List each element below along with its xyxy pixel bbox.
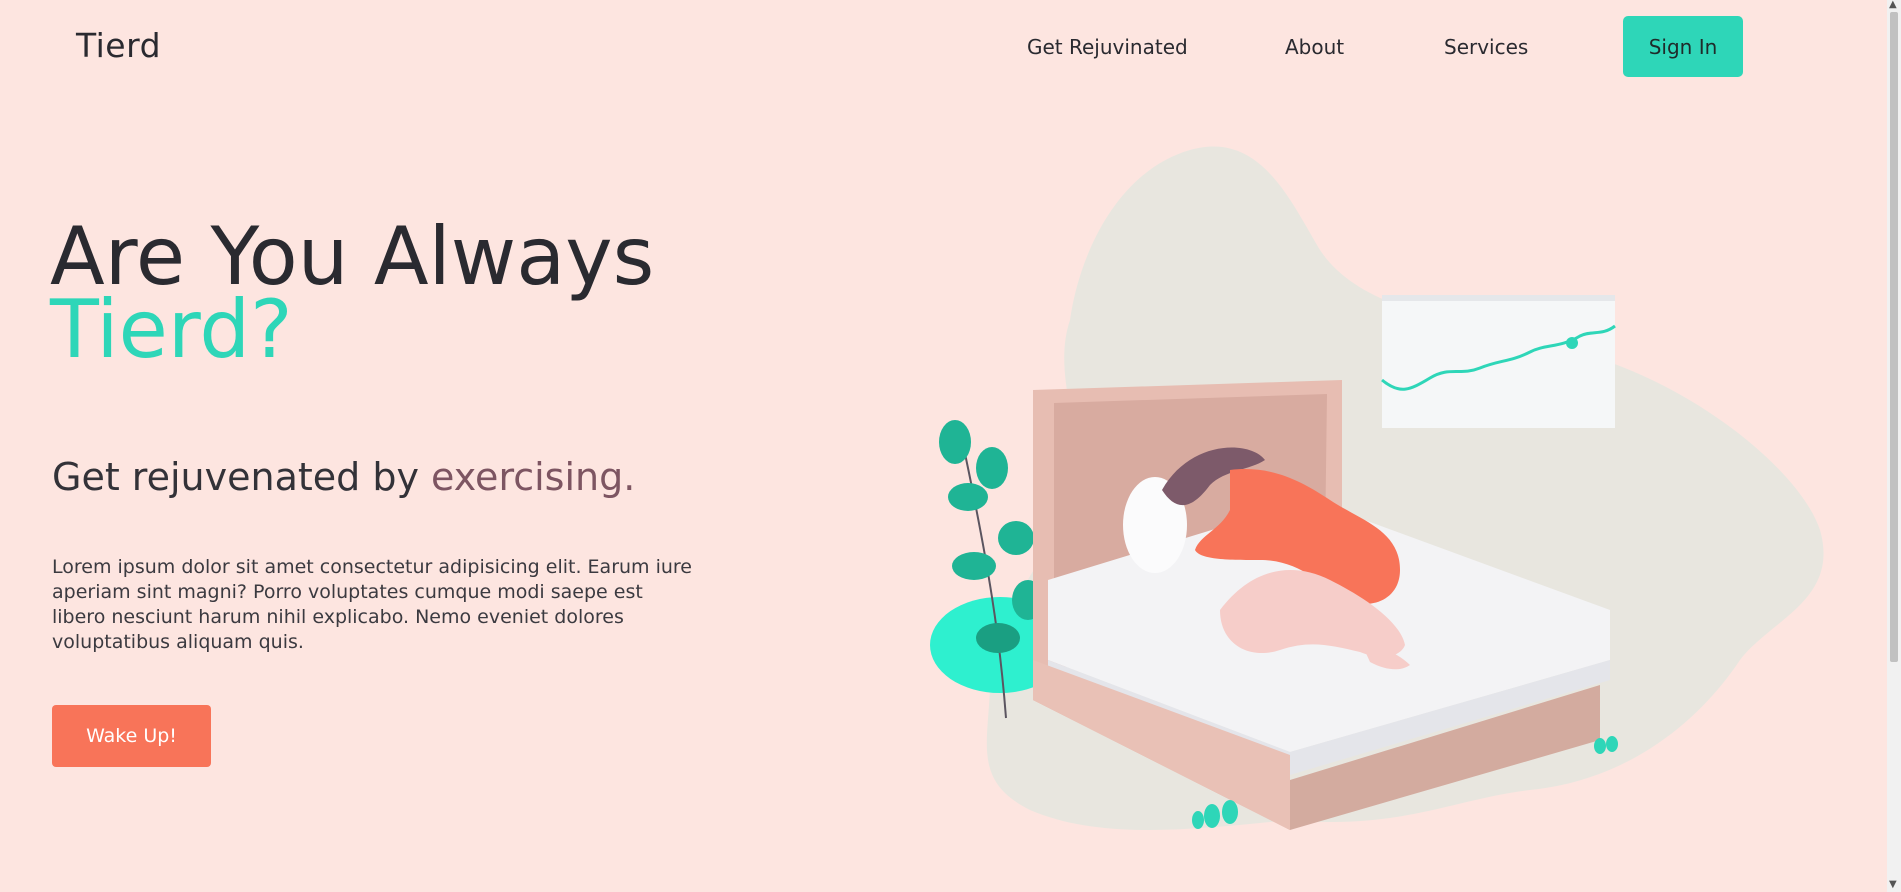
scroll-down-icon[interactable]: ▼ <box>1889 880 1897 890</box>
chart-panel <box>1381 295 1616 428</box>
scrollbar-thumb[interactable] <box>1890 12 1898 662</box>
subtitle-main: Get rejuvenated by <box>52 455 432 499</box>
tired-woman-on-bed-illustration <box>930 146 1824 830</box>
hero-title-line2: Tierd? <box>50 283 293 376</box>
logo[interactable]: Tierd <box>76 26 161 65</box>
scroll-up-icon[interactable]: ▲ <box>1889 0 1897 10</box>
subtitle-accent: exercising. <box>431 455 636 499</box>
nav-services[interactable]: Services <box>1444 35 1528 59</box>
hero-title: Are You Always Tierd? <box>50 217 654 370</box>
wake-up-button[interactable]: Wake Up! <box>52 705 211 767</box>
chart-marker <box>1566 337 1578 349</box>
hero-subtitle: Get rejuvenated by exercising. <box>52 455 635 499</box>
hero-paragraph: Lorem ipsum dolor sit amet consectetur a… <box>52 556 692 653</box>
scrollbar[interactable]: ▲ ▼ <box>1887 0 1901 892</box>
sign-in-button[interactable]: Sign In <box>1623 16 1743 77</box>
nav-about[interactable]: About <box>1285 35 1344 59</box>
nav-get-rejuvinated[interactable]: Get Rejuvinated <box>1027 35 1188 59</box>
